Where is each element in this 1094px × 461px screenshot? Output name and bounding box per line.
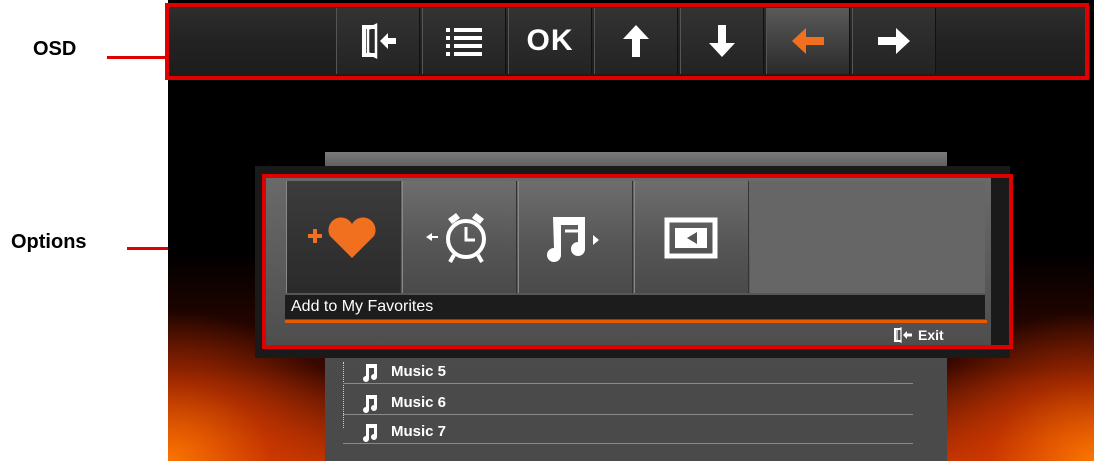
osd-callout-line [107,56,165,59]
music-note-icon [361,393,383,413]
options-highlight-frame [262,174,1013,349]
music-item-label: Music 6 [391,394,447,411]
list-item[interactable]: Music 6 [343,391,913,415]
list-item[interactable]: Music 5 [343,360,913,384]
options-callout-label: Options [11,231,87,253]
list-item[interactable]: Music 7 [343,420,913,444]
osd-highlight-frame [165,3,1089,80]
music-item-label: Music 5 [391,363,447,380]
music-note-icon [361,362,383,382]
osd-callout-label: OSD [33,38,77,60]
music-item-label: Music 7 [391,423,447,440]
music-note-icon [361,422,383,442]
